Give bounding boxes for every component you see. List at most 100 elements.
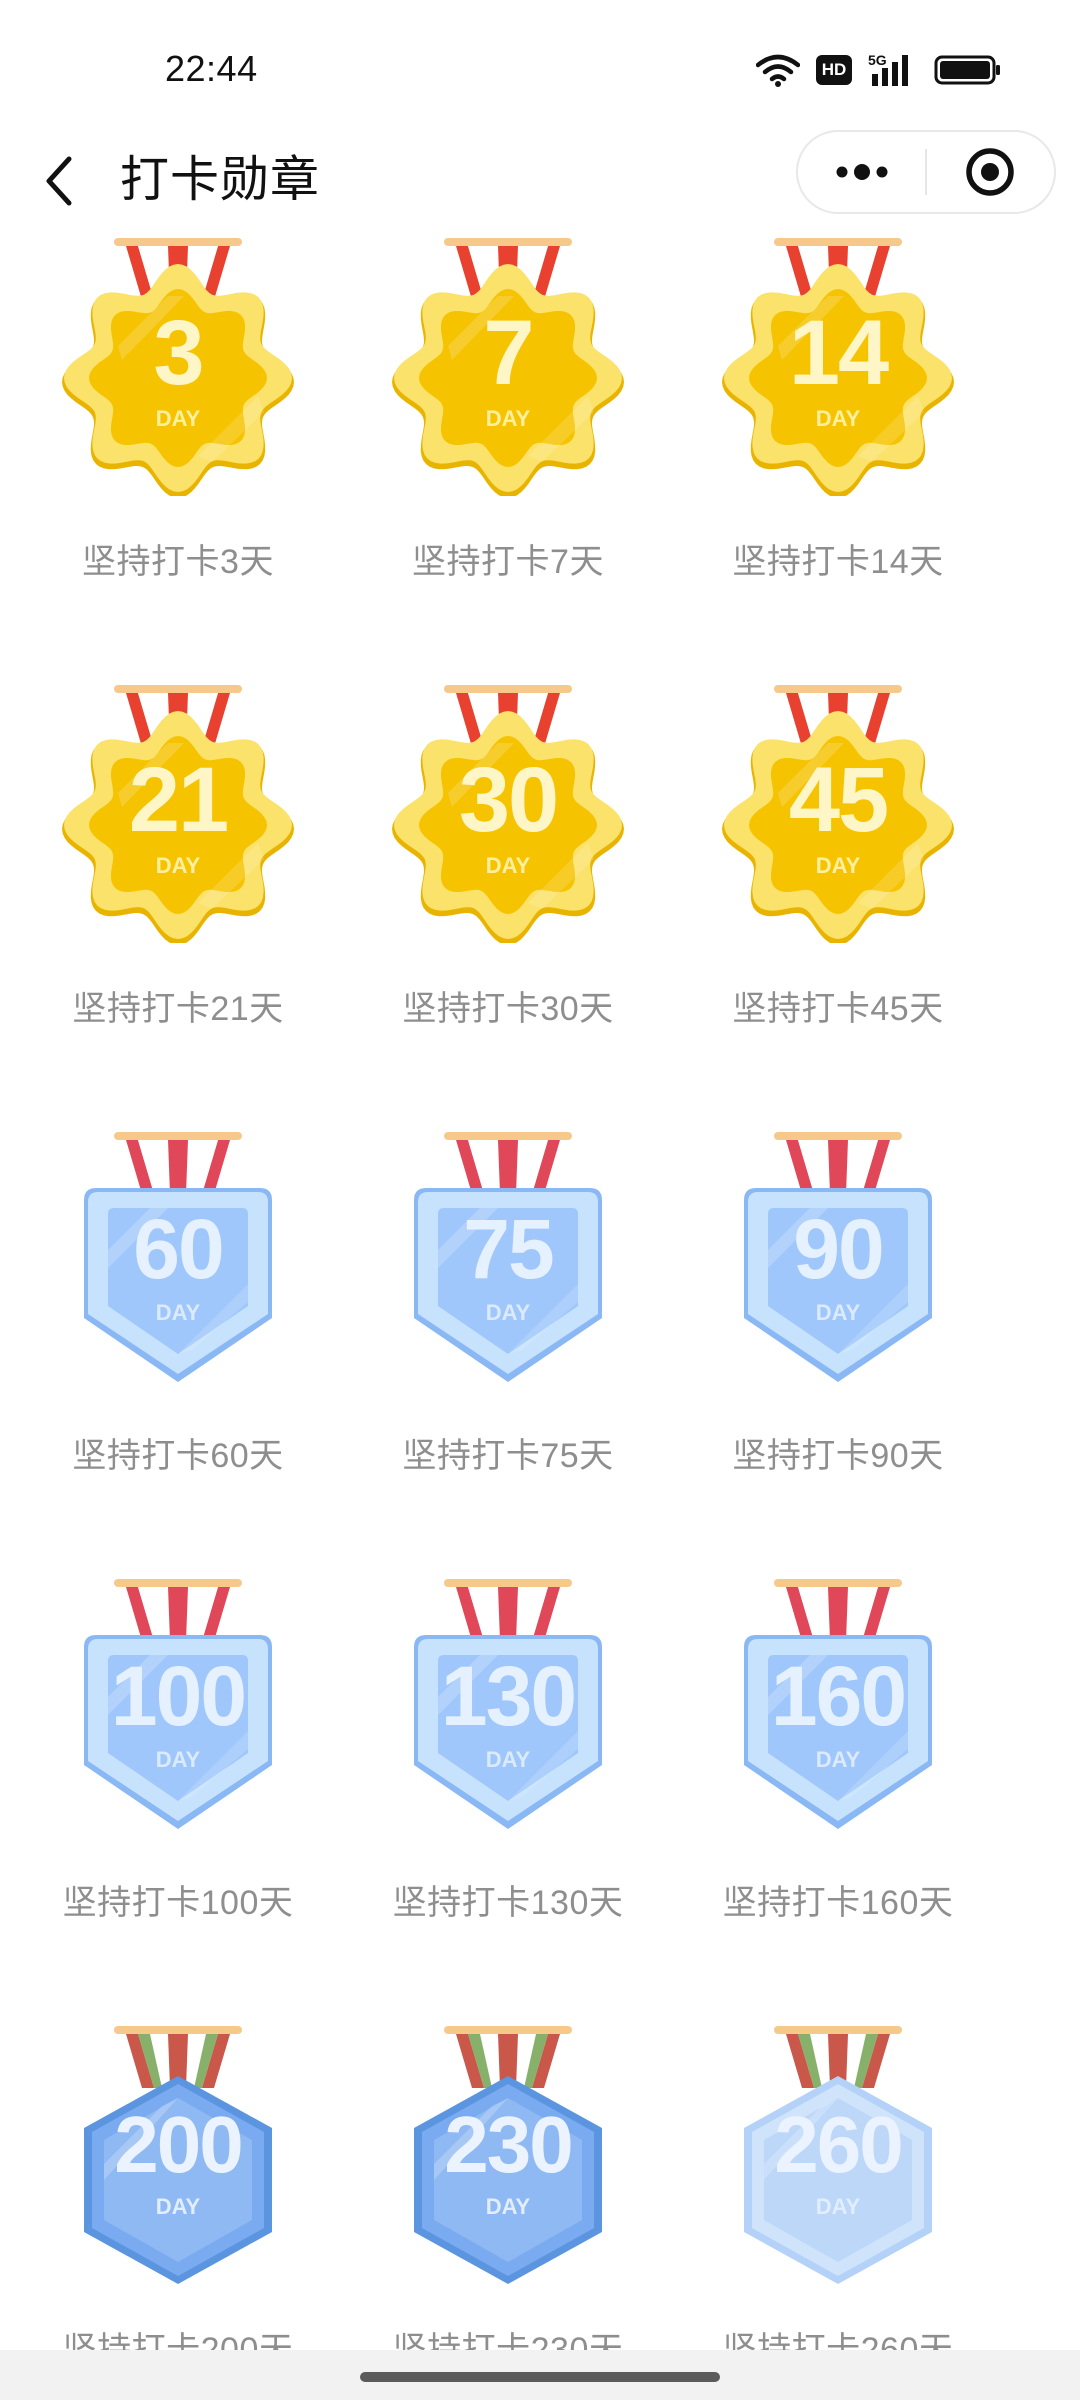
- badge-item[interactable]: 90 DAY 坚持打卡90天: [688, 1130, 988, 1570]
- ribbon: [114, 1132, 242, 1194]
- badge-label: 坚持打卡21天: [72, 990, 284, 1028]
- medal-graphic: 230 DAY: [414, 2026, 602, 2284]
- badge-number: 3: [153, 302, 202, 404]
- status-time: 22:44: [165, 48, 258, 89]
- badge-day: DAY: [816, 853, 861, 878]
- more-dots-icon: [836, 164, 887, 180]
- badge-item[interactable]: 21 DAY 坚持打卡21天: [28, 683, 328, 1123]
- medal-graphic: 21DAY: [62, 685, 294, 943]
- badge-item[interactable]: 130 DAY 坚持打卡130天: [358, 1577, 658, 2017]
- medal-graphic: 30DAY: [392, 685, 624, 943]
- badge-number: 260: [774, 2100, 901, 2189]
- badge-number: 90: [793, 1202, 882, 1296]
- badge-number: 60: [133, 1202, 222, 1296]
- medal-graphic: 45DAY: [722, 685, 954, 943]
- badge-number: 130: [441, 1649, 575, 1743]
- badge-day: DAY: [156, 853, 201, 878]
- chevron-left-icon: [46, 156, 72, 206]
- medal-graphic: 75 DAY: [414, 1132, 602, 1382]
- badge-day: DAY: [156, 2194, 201, 2219]
- badge-label: 坚持打卡260天: [722, 2331, 954, 2350]
- badge-day: DAY: [816, 2194, 861, 2219]
- badge-day: DAY: [816, 1747, 861, 1772]
- more-button[interactable]: [798, 132, 925, 212]
- badge-number: 45: [789, 749, 887, 851]
- badge-label: 坚持打卡3天: [82, 543, 274, 581]
- wifi-icon: [756, 54, 800, 87]
- ribbon: [114, 1579, 242, 1641]
- 5g-signal-icon: 5G: [868, 52, 908, 86]
- badge-item[interactable]: 3 DAY 坚持打卡3天: [28, 236, 328, 676]
- badge-day: DAY: [816, 1300, 861, 1325]
- medal-graphic: 100 DAY: [84, 1579, 272, 1829]
- medal-graphic: 3DAY: [62, 238, 294, 496]
- home-indicator[interactable]: [360, 2372, 720, 2382]
- medal-graphic: 90 DAY: [744, 1132, 932, 1382]
- badge-label: 坚持打卡230天: [392, 2331, 624, 2350]
- badge-number: 21: [129, 749, 227, 851]
- badge-day: DAY: [486, 1300, 531, 1325]
- status-bar: 22:44 HD 5G: [0, 0, 1080, 130]
- badge-number: 14: [789, 302, 889, 404]
- ribbon: [444, 1579, 572, 1641]
- badge-day: DAY: [486, 2194, 531, 2219]
- badge-label: 坚持打卡30天: [402, 990, 614, 1028]
- badge-day: DAY: [156, 1300, 201, 1325]
- badge-number: 30: [459, 749, 557, 851]
- badge-item[interactable]: 7 DAY 坚持打卡7天: [358, 236, 658, 676]
- badge-item[interactable]: 75 DAY 坚持打卡75天: [358, 1130, 658, 1570]
- close-miniprogram-button[interactable]: [927, 132, 1054, 212]
- page-title: 打卡勋章: [120, 153, 321, 207]
- badge-day: DAY: [486, 1747, 531, 1772]
- record-target-icon: [966, 148, 1015, 196]
- badge-label: 坚持打卡200天: [62, 2331, 294, 2350]
- home-bar-area: [0, 2350, 1080, 2400]
- badge-item[interactable]: 260 DAY 坚持打卡260天: [688, 2024, 988, 2350]
- medal-graphic: 160 DAY: [744, 1579, 932, 1829]
- badge-label: 坚持打卡90天: [732, 1437, 944, 1475]
- badge-number: 160: [771, 1649, 905, 1743]
- status-icons: HD 5G: [756, 52, 1002, 88]
- badge-item[interactable]: 45 DAY 坚持打卡45天: [688, 683, 988, 1123]
- badge-number: 230: [444, 2100, 571, 2189]
- badge-label: 坚持打卡14天: [732, 543, 944, 581]
- badge-label: 坚持打卡100天: [62, 1884, 294, 1922]
- badge-item[interactable]: 60 DAY 坚持打卡60天: [28, 1130, 328, 1570]
- medal-graphic: 7DAY: [392, 238, 624, 496]
- badge-item[interactable]: 100 DAY 坚持打卡100天: [28, 1577, 328, 2017]
- mini-program-capsule: [796, 130, 1056, 214]
- badge-day: DAY: [816, 406, 861, 431]
- badge-day: DAY: [486, 406, 531, 431]
- badge-item[interactable]: 30 DAY 坚持打卡30天: [358, 683, 658, 1123]
- badge-label: 坚持打卡75天: [402, 1437, 614, 1475]
- badge-number: 75: [463, 1202, 553, 1296]
- badge-item[interactable]: 160 DAY 坚持打卡160天: [688, 1577, 988, 2017]
- battery-icon: [934, 55, 1000, 85]
- badge-item[interactable]: 14 DAY 坚持打卡14天: [688, 236, 988, 676]
- badge-grid: 3 DAY 坚持打卡3天 7 DAY 坚持打卡7天 14 DAY 坚持打卡14天 21 DAY 坚持打…: [0, 236, 1080, 2350]
- ribbon: [774, 1579, 902, 1641]
- badge-label: 坚持打卡60天: [72, 1437, 284, 1475]
- ribbon: [774, 1132, 902, 1194]
- badge-day: DAY: [486, 853, 531, 878]
- badge-number: 200: [114, 2100, 241, 2189]
- medal-graphic: 260 DAY: [744, 2026, 932, 2284]
- badge-number: 7: [483, 302, 532, 404]
- badge-label: 坚持打卡160天: [722, 1884, 954, 1922]
- network-label: 5G: [868, 52, 887, 68]
- back-button[interactable]: [30, 146, 90, 216]
- badge-label: 坚持打卡130天: [392, 1884, 624, 1922]
- title-bar: 打卡勋章: [0, 130, 1080, 236]
- medal-graphic: 130 DAY: [414, 1579, 602, 1829]
- medal-graphic: 14DAY: [722, 238, 954, 496]
- badge-day: DAY: [156, 406, 201, 431]
- badge-item[interactable]: 230 DAY 坚持打卡230天: [358, 2024, 658, 2350]
- medal-graphic: 200 DAY: [84, 2026, 272, 2284]
- medal-graphic: 60 DAY: [84, 1132, 272, 1382]
- ribbon: [444, 1132, 572, 1194]
- badge-item[interactable]: 200 DAY 坚持打卡200天: [28, 2024, 328, 2350]
- badge-label: 坚持打卡7天: [412, 543, 604, 581]
- hd-badge: HD: [816, 55, 852, 85]
- badge-day: DAY: [156, 1747, 201, 1772]
- badge-number: 100: [111, 1649, 245, 1743]
